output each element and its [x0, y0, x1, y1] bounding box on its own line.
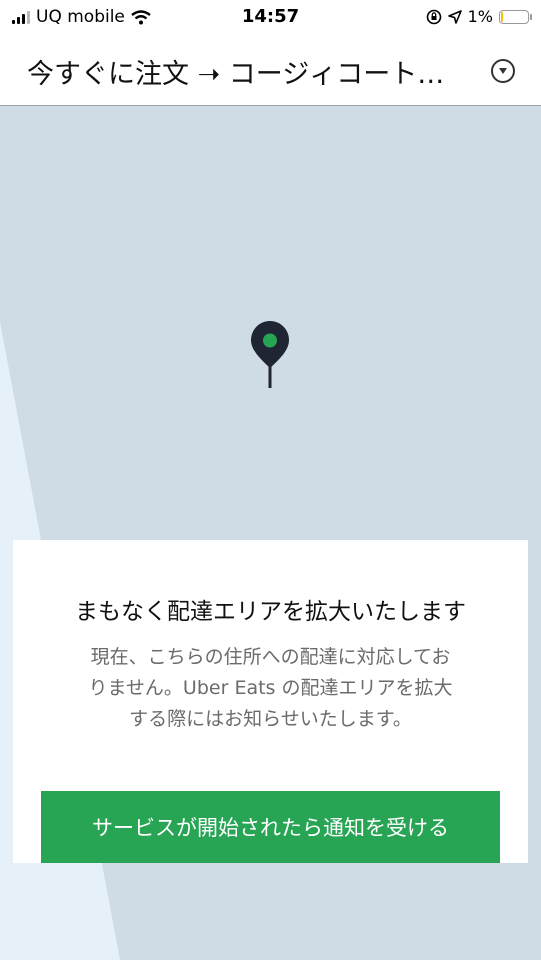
card-message: 現在、こちらの住所への配達に対応してお りません。Uber Eats の配達エリ… [41, 642, 500, 735]
battery-percent: 1% [467, 7, 493, 26]
coverage-notice-card: まもなく配達エリアを拡大いたします 現在、こちらの住所への配達に対応してお りま… [13, 540, 528, 863]
battery-icon [499, 9, 532, 24]
card-message-line: する際にはお知らせいたします。 [129, 708, 412, 730]
orientation-lock-icon [426, 9, 441, 24]
delivery-address-title[interactable]: 今すぐに注文 ➝ コージィコート… [27, 52, 444, 91]
location-arrow-icon [447, 9, 462, 24]
card-message-line: 現在、こちらの住所への配達に対応してお [90, 646, 451, 668]
order-header[interactable]: 今すぐに注文 ➝ コージィコート… [0, 36, 541, 106]
location-pin-icon [251, 321, 289, 388]
battery-fill [501, 11, 503, 22]
card-title: まもなく配達エリアを拡大いたします [75, 599, 466, 625]
status-right: 1% [426, 7, 532, 26]
card-message-line: りません。Uber Eats の配達エリアを拡大 [88, 677, 453, 699]
chevron-down-icon[interactable] [491, 59, 515, 83]
notify-me-button[interactable]: サービスが開始されたら通知を受ける [41, 791, 500, 863]
status-bar: UQ mobile 14:57 1% [0, 0, 541, 36]
